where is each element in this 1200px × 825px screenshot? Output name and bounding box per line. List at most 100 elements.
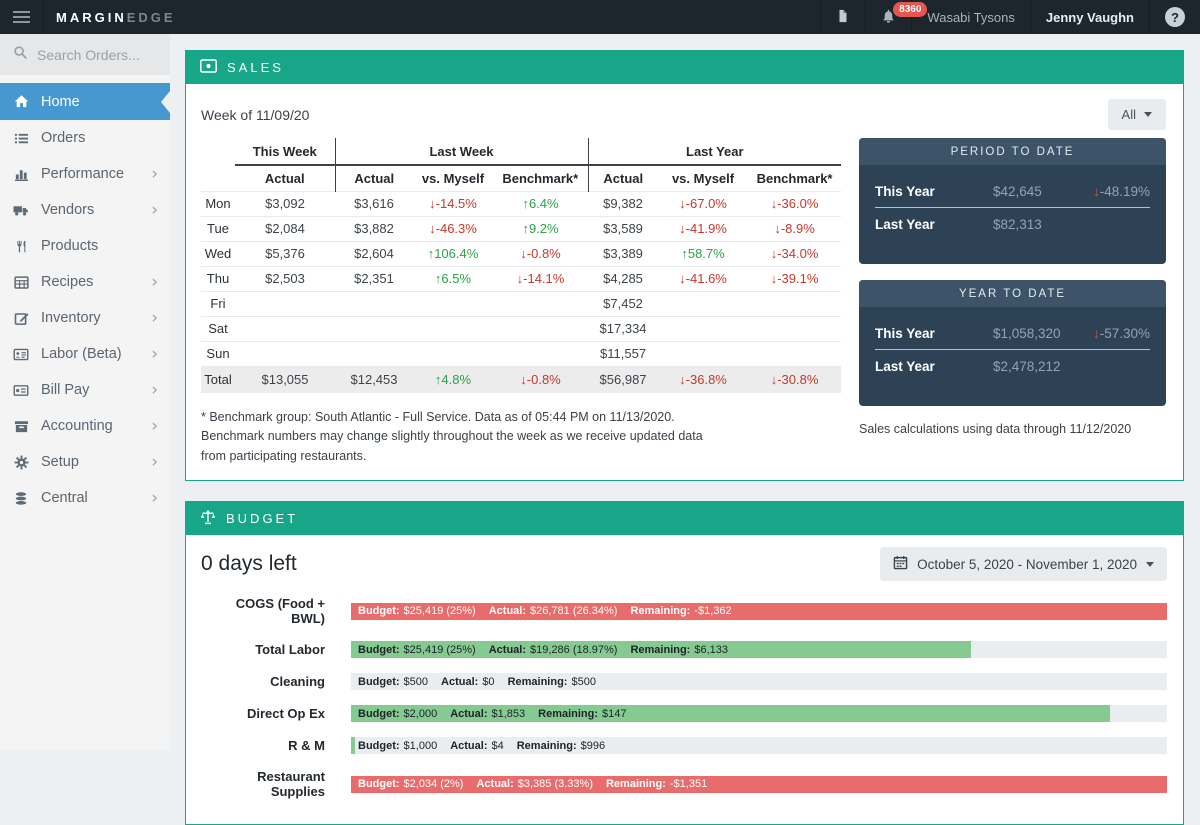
col-header: vs. Myself	[413, 165, 493, 191]
list-icon	[12, 131, 30, 146]
location-label: Wasabi Tysons	[927, 10, 1014, 25]
home-icon	[12, 94, 30, 109]
sidebar-item-accounting[interactable]: Accounting ›	[0, 408, 170, 444]
budget-panel: BUDGET 0 days left October 5, 2020 - Nov…	[185, 501, 1184, 825]
sidebar-item-label: Labor (Beta)	[41, 346, 122, 362]
budget-row: Total Labor Budget:$25,419 (25%) Actual:…	[201, 641, 1167, 658]
chevron-right-icon: ›	[151, 310, 158, 327]
table-row: Thu $2,503 $2,351 6.5% -14.1% $4,285 -41…	[201, 266, 841, 291]
budget-bar: Budget:$2,000 Actual:$1,853 Remaining:$1…	[351, 705, 1167, 722]
budget-bar-text: Budget:$25,419 (25%) Actual:$26,781 (26.…	[358, 603, 732, 620]
sidebar-item-label: Bill Pay	[41, 382, 89, 398]
budget-row: Cleaning Budget:$500 Actual:$0 Remaining…	[201, 673, 1167, 690]
days-left-label: 0 days left	[201, 552, 297, 576]
sales-toolbar: Week of 11/09/20 All	[201, 99, 1166, 130]
budget-bar-text: Budget:$25,419 (25%) Actual:$19,286 (18.…	[358, 641, 728, 658]
period-to-date-title: PERIOD TO DATE	[859, 138, 1166, 165]
sidebar-item-central[interactable]: Central ›	[0, 480, 170, 516]
gear-icon	[12, 455, 30, 470]
user-name: Jenny Vaughn	[1046, 10, 1134, 25]
sidebar-item-performance[interactable]: Performance ›	[0, 156, 170, 192]
calendar-icon	[893, 555, 908, 573]
sales-filter-dropdown[interactable]: All	[1108, 99, 1166, 130]
budget-date-range-dropdown[interactable]: October 5, 2020 - November 1, 2020	[880, 547, 1167, 581]
budget-bar-text: Budget:$2,034 (2%) Actual:$3,385 (3.33%)…	[358, 776, 707, 793]
budget-bar: Budget:$25,419 (25%) Actual:$26,781 (26.…	[351, 603, 1167, 620]
chevron-right-icon: ›	[151, 202, 158, 219]
budget-row: Restaurant Supplies Budget:$2,034 (2%) A…	[201, 769, 1167, 799]
search-icon	[13, 45, 28, 65]
budget-panel-body: 0 days left October 5, 2020 - November 1…	[186, 535, 1183, 824]
budget-bar: Budget:$500 Actual:$0 Remaining:$500	[351, 673, 1167, 690]
table-row: Mon $3,092 $3,616 -14.5% 6.4% $9,382 -67…	[201, 191, 841, 216]
chevron-right-icon: ›	[151, 418, 158, 435]
sidebar-item-label: Setup	[41, 454, 79, 470]
notification-count-badge[interactable]: 8360	[893, 2, 927, 17]
utensils-icon	[12, 239, 30, 254]
table-icon	[12, 275, 30, 290]
budget-panel-header: BUDGET	[186, 502, 1183, 535]
col-header: Benchmark*	[748, 165, 841, 191]
budget-row: R & M Budget:$1,000 Actual:$4 Remaining:…	[201, 737, 1167, 754]
budget-date-range-label: October 5, 2020 - November 1, 2020	[917, 557, 1137, 572]
sidebar-item-home[interactable]: Home	[0, 83, 170, 120]
chevron-right-icon: ›	[151, 346, 158, 363]
col-header: vs. Myself	[658, 165, 748, 191]
sidebar-item-recipes[interactable]: Recipes ›	[0, 264, 170, 300]
notifications-button[interactable]: 8360	[865, 0, 911, 34]
sidebar-item-inventory[interactable]: Inventory ›	[0, 300, 170, 336]
pencil-square-icon	[12, 311, 30, 326]
user-menu[interactable]: Jenny Vaughn	[1030, 0, 1149, 34]
col-header: Actual	[335, 165, 413, 191]
week-label: Week of 11/09/20	[201, 107, 309, 123]
sidebar-item-products[interactable]: Products	[0, 228, 170, 264]
money-check-icon	[12, 383, 30, 398]
group-last-year: Last Year	[588, 138, 841, 165]
budget-bar: Budget:$2,034 (2%) Actual:$3,385 (3.33%)…	[351, 776, 1167, 793]
sales-panel-body: Week of 11/09/20 All	[186, 84, 1183, 480]
summary-row: This Year $1,058,320 -57.30%	[875, 317, 1150, 350]
table-row: Sat $17,334	[201, 316, 841, 341]
budget-bar-text: Budget:$2,000 Actual:$1,853 Remaining:$1…	[358, 705, 627, 722]
sales-panel-header: SALES	[186, 51, 1183, 84]
chevron-down-icon	[1146, 562, 1154, 567]
search-input[interactable]	[37, 47, 152, 63]
chevron-right-icon: ›	[151, 382, 158, 399]
id-card-icon	[12, 347, 30, 362]
topbar-right-group: 8360 Wasabi Tysons Jenny Vaughn ?	[820, 0, 1200, 34]
period-to-date-card: PERIOD TO DATE This Year $42,645 -48.19%…	[859, 138, 1166, 264]
col-header: Benchmark*	[493, 165, 588, 191]
summary-row: Last Year $82,313	[875, 208, 1150, 240]
sidebar: Home Orders Performance › Vendors ›	[0, 34, 170, 750]
document-icon	[836, 8, 850, 27]
budget-toolbar: 0 days left October 5, 2020 - November 1…	[201, 547, 1167, 581]
chevron-down-icon	[1144, 112, 1152, 117]
summary-row: Last Year $2,478,212	[875, 350, 1150, 382]
sidebar-item-label: Products	[41, 238, 98, 254]
sidebar-item-label: Recipes	[41, 274, 93, 290]
sales-data-note: Sales calculations using data through 11…	[859, 422, 1166, 436]
budget-row: COGS (Food + BWL) Budget:$25,419 (25%) A…	[201, 596, 1167, 626]
benchmark-footnote: * Benchmark group: South Atlantic - Full…	[201, 408, 706, 466]
chevron-right-icon: ›	[151, 166, 158, 183]
hamburger-menu-icon[interactable]	[0, 0, 44, 34]
budget-bar-text: Budget:$1,000 Actual:$4 Remaining:$996	[358, 737, 605, 754]
sidebar-item-label: Performance	[41, 166, 124, 182]
sidebar-item-vendors[interactable]: Vendors ›	[0, 192, 170, 228]
logo-primary: MARGIN	[56, 10, 127, 25]
sidebar-item-orders[interactable]: Orders	[0, 120, 170, 156]
year-to-date-title: YEAR TO DATE	[859, 280, 1166, 307]
table-row: Wed $5,376 $2,604 106.4% -0.8% $3,389 58…	[201, 241, 841, 266]
sidebar-nav: Home Orders Performance › Vendors ›	[0, 75, 170, 516]
location-selector[interactable]: Wasabi Tysons	[911, 0, 1029, 34]
table-row: Sun $11,557	[201, 341, 841, 366]
sidebar-item-setup[interactable]: Setup ›	[0, 444, 170, 480]
table-total-row: Total $13,055 $12,453 4.8% -0.8% $56,987…	[201, 366, 841, 393]
sidebar-item-bill-pay[interactable]: Bill Pay ›	[0, 372, 170, 408]
budget-bar-text: Budget:$500 Actual:$0 Remaining:$500	[358, 673, 596, 690]
document-button[interactable]	[820, 0, 865, 34]
sidebar-item-labor[interactable]: Labor (Beta) ›	[0, 336, 170, 372]
help-button[interactable]: ?	[1149, 0, 1200, 34]
table-sub-header-row: Actual Actual vs. Myself Benchmark* Actu…	[201, 165, 841, 191]
sales-panel-title: SALES	[227, 60, 284, 75]
